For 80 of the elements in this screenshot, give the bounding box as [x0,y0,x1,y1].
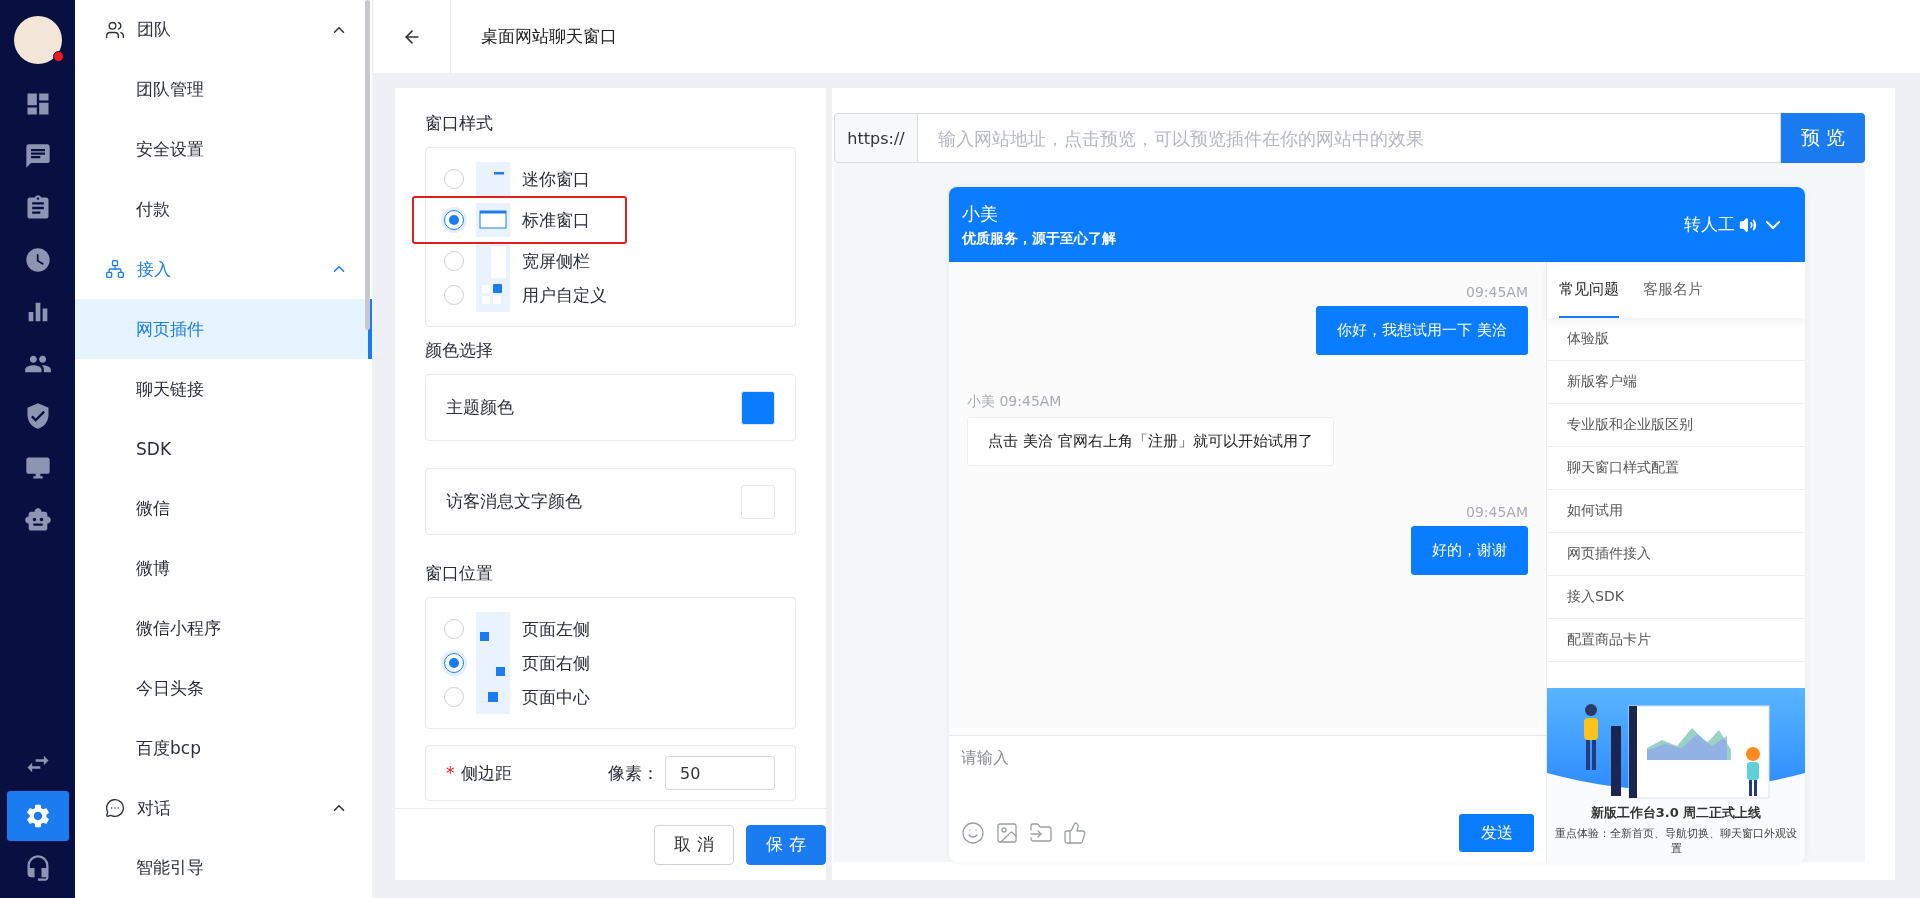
url-input-field[interactable]: 输入网站地址，点击预览，可以预览插件在你的网站中的效果 [918,113,1781,163]
banner-title: 新版工作台3.0 周二正式上线 [1590,804,1762,822]
network-icon [105,259,125,280]
faq-item[interactable]: 体验版 [1547,318,1805,361]
settings-icon[interactable] [6,791,69,841]
faq-item[interactable]: 配置商品卡片 [1547,619,1805,662]
team-icon [105,19,125,40]
nav-item[interactable]: 网页插件 [75,299,372,360]
faq-item[interactable]: 专业版和企业版区别 [1547,404,1805,447]
tab[interactable]: 常见问题 [1559,262,1619,318]
option-label: 宽屏侧栏 [522,249,590,273]
nav-item[interactable]: 团队管理 [75,59,372,120]
faq-item[interactable]: 网页插件接入 [1547,533,1805,576]
speaker-icon[interactable] [1739,215,1757,234]
radio-button[interactable] [444,653,464,673]
nav-group-label[interactable]: 对话 [137,796,318,820]
nav-item[interactable]: 微信小程序 [75,598,372,659]
nav-item[interactable]: SDK [75,419,372,479]
message-time: 09:45AM [1466,284,1528,300]
nav-item[interactable]: 智能引导 [75,838,372,898]
nav-item[interactable]: 微信 [75,478,372,539]
send-button[interactable]: 发送 [1459,814,1534,852]
section-title: 窗口样式 [425,112,494,135]
required-asterisk: * [446,763,455,783]
option-label: 页面左侧 [522,617,590,641]
banner-subtitle: 重点体验：全新首页、导航切换、聊天窗口外观设置 [1554,826,1798,856]
nav-item[interactable]: 聊天链接 [75,359,372,419]
nav-item[interactable]: 百度bcp [75,718,372,779]
nav-item[interactable]: 微博 [75,538,372,599]
message-bubble: 好的，谢谢 [1411,526,1528,575]
option-label: 用户自定义 [522,283,607,307]
option-label: 标准窗口 [522,208,590,232]
faq-item[interactable]: 新版客户端 [1547,361,1805,404]
faq-item[interactable]: 聊天窗口样式配置 [1547,447,1805,490]
cancel-button[interactable]: 取 消 [654,824,734,865]
option-label: 页面右侧 [522,651,590,675]
faq-item[interactable]: 接入SDK [1547,576,1805,619]
promo-banner[interactable]: 新版工作台3.0 周二正式上线 重点体验：全新首页、导航切换、聊天窗口外观设置 [1547,688,1805,862]
option-label: 迷你窗口 [522,167,590,191]
standard-layout-icon [476,203,510,237]
sidebar-layout-icon [476,244,510,278]
nav-group-label[interactable]: 团队 [137,18,318,42]
option-label: 页面中心 [522,685,590,709]
unit-label: 像素： [608,761,659,785]
nav-item[interactable]: 今日头条 [75,658,372,719]
image-icon[interactable] [995,821,1019,845]
color-swatch[interactable] [741,390,775,425]
custom-layout-icon [476,278,510,312]
user-avatar[interactable] [13,16,62,64]
message-bubble: 点击 美洽 官网右上角「注册」就可以开始试用了 [967,417,1334,466]
section-title: 颜色选择 [425,339,494,362]
nav-item[interactable]: 安全设置 [75,119,372,180]
folder-icon[interactable] [1029,821,1053,845]
mini-layout-icon [476,162,510,196]
transfer-link[interactable]: 转人工 [1684,213,1735,236]
chat-subtitle: 优质服务，源于至心了解 [962,229,1117,248]
color-label: 访客消息文字颜色 [446,490,582,513]
thumbs-up-icon[interactable] [1063,821,1087,845]
message-time: 09:45AM [1466,504,1528,520]
emoji-icon[interactable] [961,821,985,845]
field-label: 侧边距 [460,761,512,785]
message-bubble: 你好，我想试用一下 美洽 [1316,306,1528,355]
center-layout-icon [476,680,510,714]
color-swatch[interactable] [741,484,775,519]
left-layout-icon [476,612,510,646]
message-time: 小美 09:45AM [967,393,1062,411]
faq-item[interactable]: 如何试用 [1547,490,1805,533]
radio-button[interactable] [444,210,464,230]
preview-button[interactable]: 预 览 [1781,113,1865,163]
page-title: 桌面网站聊天窗口 [480,25,617,48]
save-button[interactable]: 保 存 [746,824,826,865]
url-prefix: https:// [834,113,918,163]
dialog-icon [105,798,125,819]
chat-title: 小美 [962,201,999,226]
nav-item[interactable]: 付款 [75,179,372,240]
section-title: 窗口位置 [425,562,494,585]
color-label: 主题颜色 [446,396,514,419]
tab[interactable]: 客服名片 [1643,262,1703,318]
nav-group-label[interactable]: 接入 [137,257,318,281]
input-field[interactable]: 50 [665,756,775,790]
